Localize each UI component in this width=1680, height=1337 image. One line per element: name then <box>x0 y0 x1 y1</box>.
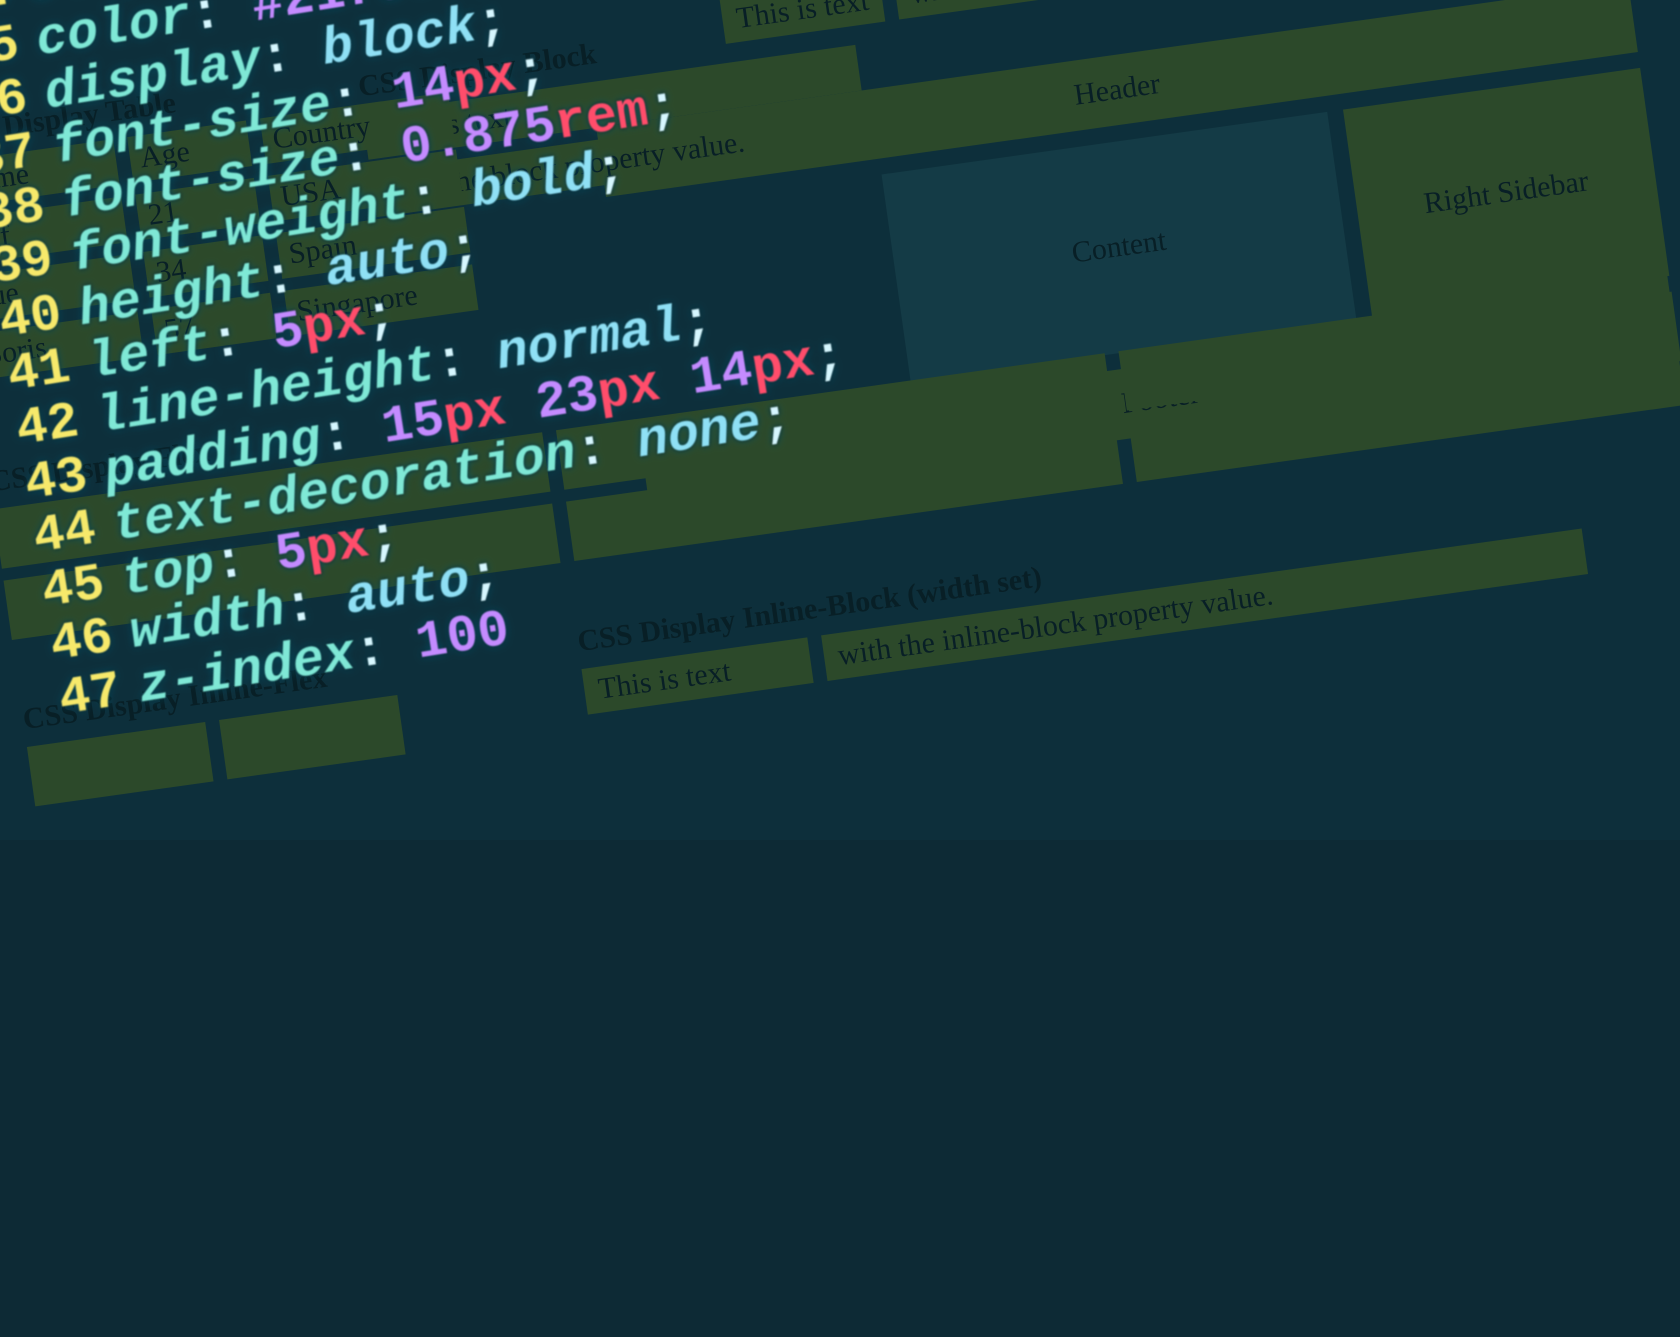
inline-flex-item <box>219 695 406 779</box>
inline-flex-item <box>27 722 214 806</box>
